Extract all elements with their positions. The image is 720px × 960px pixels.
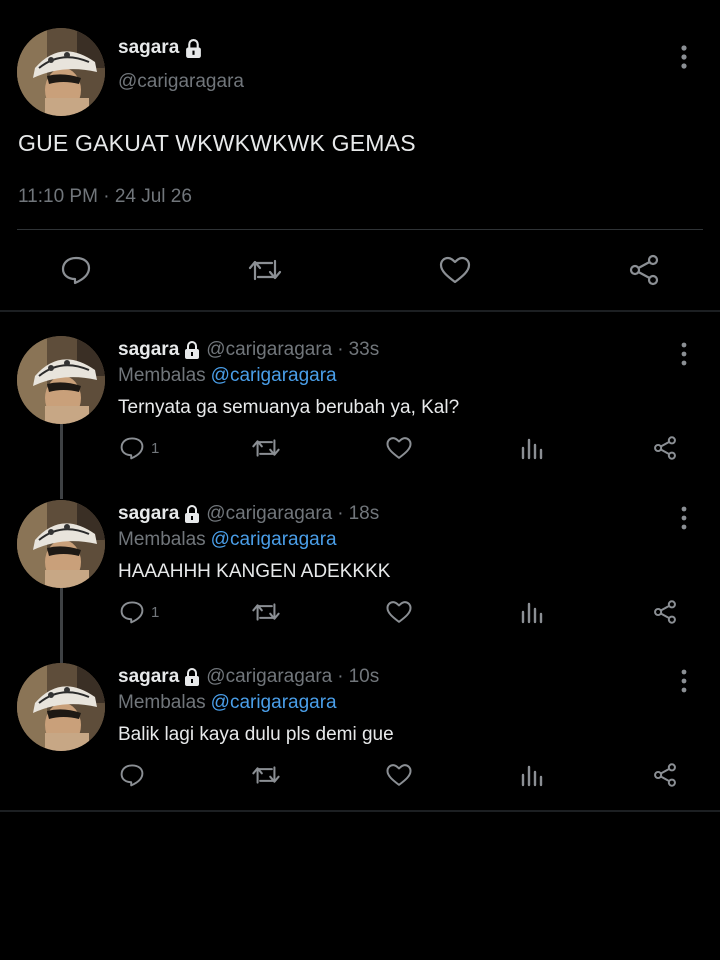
mention-link[interactable]: @carigaragara xyxy=(211,529,337,550)
retweet-button[interactable] xyxy=(250,432,282,464)
like-icon xyxy=(386,437,412,459)
share-button[interactable] xyxy=(652,596,678,628)
reply-header: sagara @carigaragara · 10s xyxy=(118,666,379,688)
mention-link[interactable]: @carigaragara xyxy=(211,365,337,386)
reply-count: 1 xyxy=(151,603,160,621)
avatar[interactable] xyxy=(17,336,105,424)
meta-separator: · xyxy=(337,339,344,360)
retweet-icon xyxy=(252,439,280,457)
more-options-icon[interactable] xyxy=(674,44,694,70)
reply-button[interactable]: 1 xyxy=(119,432,159,464)
reply-actions: 1 xyxy=(0,432,720,464)
share-button[interactable] xyxy=(652,759,678,791)
retweet-button[interactable] xyxy=(245,248,285,292)
reply-actions xyxy=(0,759,720,791)
reply-text: HAAAHHH KANGEN ADEKKKK xyxy=(118,561,391,582)
reply-time: 10s xyxy=(348,666,380,687)
reply-button[interactable] xyxy=(56,248,96,292)
reply-text: Ternyata ga semuanya berubah ya, Kal? xyxy=(118,397,460,418)
author-name[interactable]: sagara xyxy=(118,666,179,688)
reply-time: 33s xyxy=(348,339,380,360)
avatar[interactable] xyxy=(17,28,105,116)
lock-icon xyxy=(184,668,200,686)
more-options-icon[interactable] xyxy=(674,341,694,367)
divider xyxy=(0,810,720,812)
reply-icon xyxy=(61,256,91,285)
author-handle[interactable]: @carigaragara xyxy=(206,339,332,361)
retweet-icon xyxy=(248,259,282,281)
replying-label: Membalas xyxy=(118,692,206,713)
replying-to: Membalas @carigaragara xyxy=(118,692,337,714)
share-icon xyxy=(654,436,676,460)
like-button[interactable] xyxy=(385,432,413,464)
tweet-text: GUE GAKUAT WKWKWKWK GEMAS xyxy=(18,130,416,156)
more-options-icon[interactable] xyxy=(674,505,694,531)
author-handle[interactable]: @carigaragara xyxy=(118,71,244,93)
author-name[interactable]: sagara xyxy=(118,37,179,59)
tweet-time: 11:10 PM xyxy=(18,186,98,207)
retweet-icon xyxy=(252,603,280,621)
like-button[interactable] xyxy=(385,759,413,791)
replying-label: Membalas xyxy=(118,365,206,386)
meta-separator: · xyxy=(103,186,110,207)
tweet-actions xyxy=(0,248,720,292)
reply-count: 1 xyxy=(151,439,160,457)
tweet-date: 24 Jul 26 xyxy=(114,186,192,207)
reply-icon xyxy=(120,601,144,624)
mention-link[interactable]: @carigaragara xyxy=(211,692,337,713)
avatar[interactable] xyxy=(17,663,105,751)
reply-time: 18s xyxy=(348,503,380,524)
divider xyxy=(17,229,703,230)
share-button[interactable] xyxy=(624,248,664,292)
share-icon xyxy=(629,254,659,286)
divider xyxy=(0,310,720,312)
analytics-button[interactable] xyxy=(521,596,543,628)
retweet-button[interactable] xyxy=(250,596,282,628)
like-icon xyxy=(439,256,471,284)
tweet-timestamp[interactable]: 11:10 PM · 24 Jul 26 xyxy=(18,186,192,208)
retweet-icon xyxy=(252,766,280,784)
reply-header: sagara @carigaragara · 33s xyxy=(118,339,379,361)
main-tweet: sagara @carigaragara GUE GAKUAT WKWKWKWK… xyxy=(0,0,720,312)
analytics-icon xyxy=(521,602,543,624)
reply-header: sagara @carigaragara · 18s xyxy=(118,503,379,525)
share-button[interactable] xyxy=(652,432,678,464)
author-name[interactable]: sagara xyxy=(118,339,179,361)
replying-to: Membalas @carigaragara xyxy=(118,365,337,387)
like-icon xyxy=(386,601,412,623)
meta-separator: · xyxy=(337,666,344,687)
reply-button[interactable]: 1 xyxy=(119,596,159,628)
share-icon xyxy=(654,600,676,624)
like-button[interactable] xyxy=(435,248,475,292)
reply-icon xyxy=(120,764,144,787)
more-options-icon[interactable] xyxy=(674,668,694,694)
replying-to: Membalas @carigaragara xyxy=(118,529,337,551)
lock-icon xyxy=(185,39,202,58)
author-name[interactable]: sagara xyxy=(118,503,179,525)
lock-icon xyxy=(184,341,200,359)
analytics-button[interactable] xyxy=(521,432,543,464)
share-icon xyxy=(654,763,676,787)
reply-actions: 1 xyxy=(0,596,720,628)
retweet-button[interactable] xyxy=(250,759,282,791)
reply-button[interactable] xyxy=(119,759,145,791)
reply-icon xyxy=(120,437,144,460)
replying-label: Membalas xyxy=(118,529,206,550)
like-icon xyxy=(386,764,412,786)
author-handle[interactable]: @carigaragara xyxy=(206,666,332,688)
lock-icon xyxy=(184,505,200,523)
like-button[interactable] xyxy=(385,596,413,628)
analytics-icon xyxy=(521,765,543,787)
author-handle[interactable]: @carigaragara xyxy=(206,503,332,525)
author-name-row: sagara xyxy=(118,37,202,59)
analytics-button[interactable] xyxy=(521,759,543,791)
avatar[interactable] xyxy=(17,500,105,588)
analytics-icon xyxy=(521,438,543,460)
reply-text: Balik lagi kaya dulu pls demi gue xyxy=(118,724,394,745)
meta-separator: · xyxy=(337,503,344,524)
